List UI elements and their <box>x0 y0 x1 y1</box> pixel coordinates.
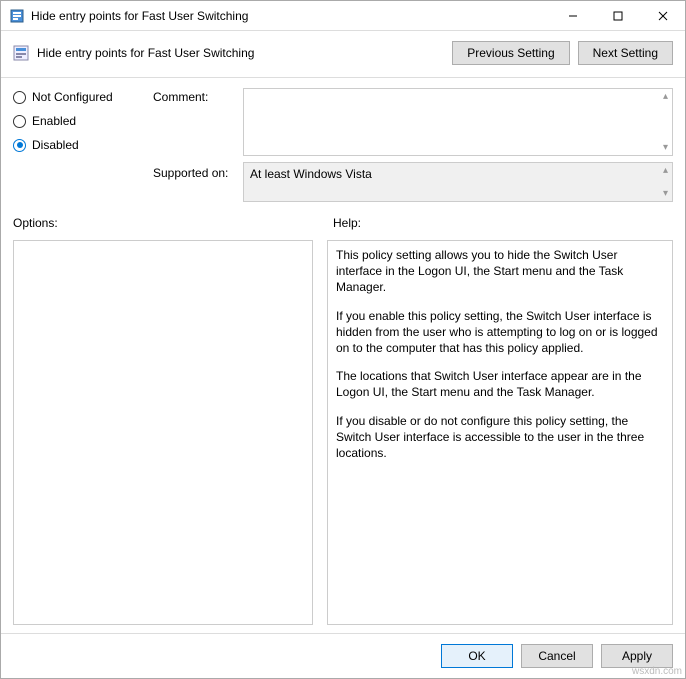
ok-button[interactable]: OK <box>441 644 513 668</box>
radio-icon <box>13 139 26 152</box>
scroll-up-icon: ▴ <box>663 165 668 176</box>
maximize-button[interactable] <box>595 1 640 30</box>
close-button[interactable] <box>640 1 685 30</box>
radio-enabled[interactable]: Enabled <box>13 114 143 128</box>
options-pane[interactable] <box>13 240 313 625</box>
comment-field-wrap: ▴ ▾ <box>243 88 673 156</box>
header: Hide entry points for Fast User Switchin… <box>1 31 685 78</box>
radio-label: Enabled <box>32 114 76 128</box>
app-icon <box>9 8 25 24</box>
help-paragraph: If you disable or do not configure this … <box>336 413 664 462</box>
panes: This policy setting allows you to hide t… <box>1 234 685 633</box>
radio-label: Not Configured <box>32 90 113 104</box>
supported-row: Supported on: At least Windows Vista ▴ ▾ <box>1 156 685 212</box>
pane-labels: Options: Help: <box>1 212 685 234</box>
help-pane[interactable]: This policy setting allows you to hide t… <box>327 240 673 625</box>
supported-value: At least Windows Vista <box>250 167 372 181</box>
help-label: Help: <box>333 216 361 230</box>
window-title: Hide entry points for Fast User Switchin… <box>31 9 550 23</box>
titlebar: Hide entry points for Fast User Switchin… <box>1 1 685 31</box>
help-paragraph: This policy setting allows you to hide t… <box>336 247 664 296</box>
radio-disabled[interactable]: Disabled <box>13 138 143 152</box>
state-radio-group: Not Configured Enabled Disabled <box>13 88 143 156</box>
nav-buttons: Previous Setting Next Setting <box>452 41 673 65</box>
radio-label: Disabled <box>32 138 79 152</box>
comment-textarea[interactable]: ▴ ▾ <box>243 88 673 156</box>
supported-label: Supported on: <box>153 162 233 180</box>
policy-icon <box>13 45 29 61</box>
footer: OK Cancel Apply <box>1 633 685 678</box>
next-setting-button[interactable]: Next Setting <box>578 41 673 65</box>
scroll-down-icon: ▾ <box>663 142 668 153</box>
options-label: Options: <box>13 216 313 230</box>
cancel-button[interactable]: Cancel <box>521 644 593 668</box>
help-paragraph: The locations that Switch User interface… <box>336 368 664 400</box>
radio-not-configured[interactable]: Not Configured <box>13 90 143 104</box>
comment-label: Comment: <box>153 88 233 156</box>
policy-title: Hide entry points for Fast User Switchin… <box>37 46 452 60</box>
minimize-button[interactable] <box>550 1 595 30</box>
scroll-up-icon: ▴ <box>663 91 668 102</box>
radio-icon <box>13 91 26 104</box>
supported-on-field: At least Windows Vista ▴ ▾ <box>243 162 673 202</box>
help-paragraph: If you enable this policy setting, the S… <box>336 308 664 357</box>
scroll-down-icon: ▾ <box>663 188 668 199</box>
previous-setting-button[interactable]: Previous Setting <box>452 41 569 65</box>
dialog-window: Hide entry points for Fast User Switchin… <box>0 0 686 679</box>
watermark: wsxdn.com <box>632 666 682 677</box>
radio-icon <box>13 115 26 128</box>
window-controls <box>550 1 685 30</box>
apply-button[interactable]: Apply <box>601 644 673 668</box>
config-row: Not Configured Enabled Disabled Comment:… <box>1 78 685 156</box>
